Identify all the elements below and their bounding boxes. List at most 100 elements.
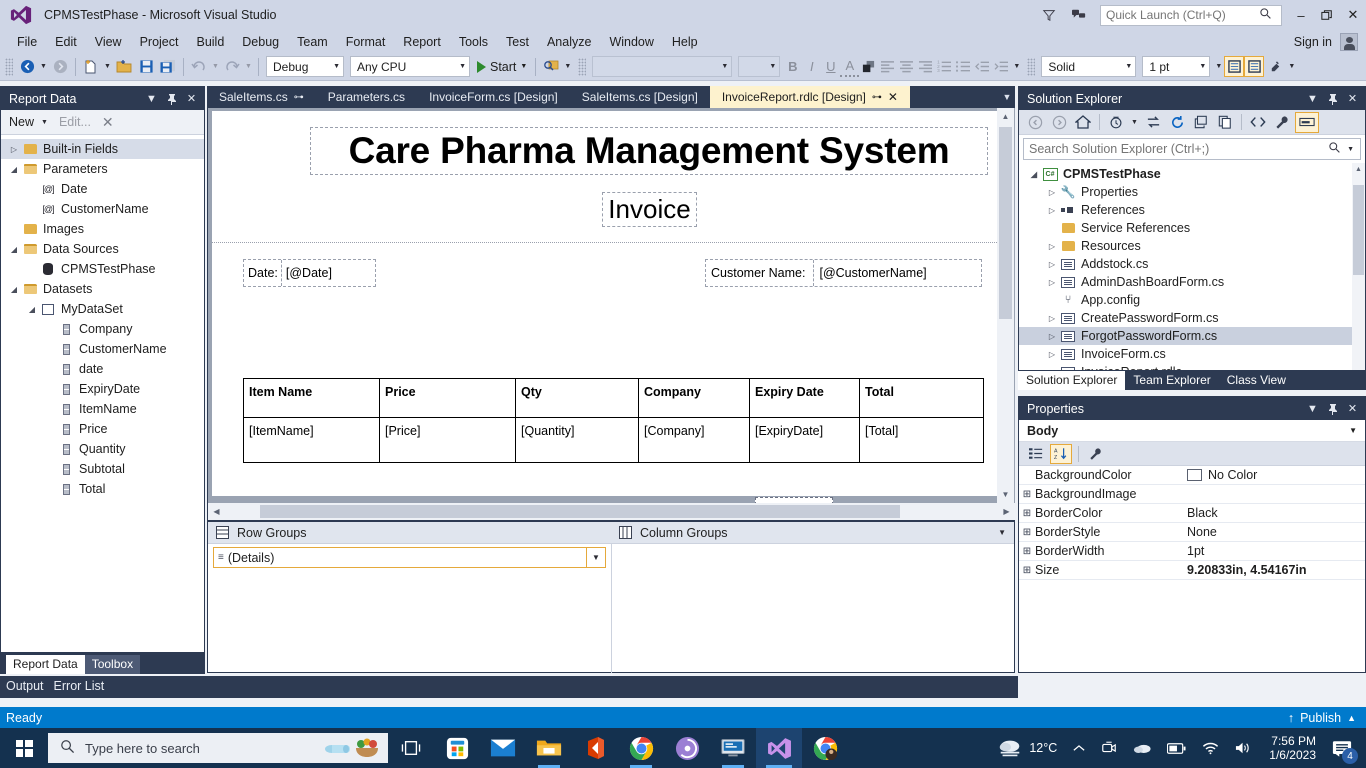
pin-icon[interactable] [164,90,179,108]
tablix-detail-cell[interactable]: [ExpiryDate] [749,417,860,463]
back-icon[interactable] [1024,112,1046,133]
show-hidden-icons-button[interactable] [1066,728,1092,768]
chevron-down-icon[interactable]: ▼ [37,119,48,126]
scrollbar-thumb[interactable] [1353,185,1364,275]
bullet-list-icon[interactable] [954,56,973,77]
menu-item-edit[interactable]: Edit [46,33,86,51]
pin-icon[interactable]: ⊶ [872,92,882,103]
tablix-header-cell[interactable]: Price [379,378,516,418]
feedback-icon[interactable] [1064,1,1094,29]
minimize-button[interactable]: – [1288,1,1314,29]
menu-item-test[interactable]: Test [497,33,538,51]
scroll-right-icon[interactable]: ▶ [998,503,1015,520]
property-row[interactable]: ⊞ BorderStyle None [1019,523,1365,542]
scrollbar-thumb[interactable] [999,127,1012,319]
properties-object-selector[interactable]: Body ▼ [1019,420,1365,442]
sync-with-active-document-icon[interactable] [1142,112,1164,133]
border-color-icon[interactable] [1264,56,1286,78]
navigate-back-icon[interactable] [16,56,38,78]
chevron-down-icon[interactable]: ▼ [998,528,1014,537]
redo-dropdown-icon[interactable]: ▼ [243,56,254,78]
report-data-tree-item[interactable]: Images [1,219,204,239]
google-chrome-icon[interactable] [618,728,664,768]
solution-explorer-tree-item[interactable]: ▷ InvoiceForm.cs [1019,345,1365,363]
alphabetical-sort-icon[interactable]: AZ [1050,443,1072,464]
document-tab[interactable]: InvoiceReport.rdlc [Design] ⊶ ✕ [709,86,910,108]
tablix-header-cell[interactable]: Qty [515,378,639,418]
menu-item-report[interactable]: Report [394,33,450,51]
solution-configuration-dropdown[interactable]: Debug ▼ [266,56,344,77]
publish-button[interactable]: ↑ Publish ▲ [1288,711,1366,725]
navigate-back-dropdown-icon[interactable]: ▼ [38,56,49,78]
find-in-files-icon[interactable] [540,56,562,78]
numbered-list-icon[interactable]: 123 [935,56,954,77]
microsoft-store-icon[interactable] [434,728,480,768]
save-all-icon[interactable] [157,56,179,78]
column-groups-list[interactable] [612,544,1014,673]
chevron-up-icon[interactable]: ▲ [1347,713,1356,723]
customer-name-textbox[interactable]: Customer Name: [@CustomerName] [705,259,982,287]
border-outline-icon[interactable] [1224,56,1245,77]
tab-toolbox[interactable]: Toolbox [84,655,141,674]
scrollbar-thumb[interactable] [260,505,900,518]
tablix-detail-cell[interactable]: [Total] [859,417,984,463]
weather-widget[interactable]: 12°C [990,728,1064,768]
align-right-icon[interactable] [916,56,935,77]
tree-expander-icon[interactable]: ◢ [25,305,39,314]
tab-solution-explorer[interactable]: Solution Explorer [1018,371,1126,390]
tree-expander-icon[interactable]: ▷ [1045,278,1059,287]
property-expander-icon[interactable]: ⊞ [1019,527,1035,538]
sign-in-link[interactable]: Sign in [1294,35,1340,49]
scroll-up-icon[interactable]: ▲ [997,108,1014,125]
align-center-icon[interactable] [897,56,916,77]
menu-item-format[interactable]: Format [337,33,395,51]
designer-horizontal-scrollbar[interactable]: ◀ ▶ [207,503,1015,520]
fill-color-icon[interactable] [859,56,878,77]
report-data-tree-item[interactable]: Quantity [1,439,204,459]
refresh-icon[interactable] [1166,112,1188,133]
property-row[interactable]: ⊞ BorderColor Black [1019,504,1365,523]
property-pages-icon[interactable] [1085,444,1107,464]
save-icon[interactable] [135,56,157,78]
solution-explorer-tree-item[interactable]: Service References [1019,219,1365,237]
pin-icon[interactable] [1325,400,1340,418]
menu-item-project[interactable]: Project [131,33,188,51]
tree-expander-icon[interactable]: ▷ [1045,332,1059,341]
border-toolbar-overflow-button[interactable]: ▼ [1213,56,1224,78]
tablix-table[interactable]: Item Name Price Qty Company Expiry Date Total… [243,378,984,463]
pin-icon[interactable]: ⊶ [294,92,304,103]
font-size-dropdown[interactable]: ▼ [738,56,781,77]
navigate-forward-icon[interactable] [49,56,71,78]
align-left-icon[interactable] [878,56,897,77]
close-icon[interactable]: ✕ [184,90,199,108]
onedrive-icon[interactable] [1126,728,1158,768]
chevron-down-icon[interactable]: ▼ [1305,400,1320,418]
border-style-dropdown[interactable]: Solid ▼ [1041,56,1137,77]
report-data-tree-item[interactable]: Subtotal [1,459,204,479]
menu-item-view[interactable]: View [86,33,131,51]
report-data-tree-item[interactable]: CustomerName [1,339,204,359]
property-value-cell[interactable]: No Color [1187,468,1365,482]
menu-item-file[interactable]: File [8,33,46,51]
solution-explorer-tree-item[interactable]: ⑂ App.config [1019,291,1365,309]
close-button[interactable]: ✕ [1340,1,1366,29]
tree-expander-icon[interactable]: ▷ [1045,260,1059,269]
property-value-cell[interactable]: 9.20833in, 4.54167in [1187,563,1365,577]
tree-expander-icon[interactable]: ▷ [1045,314,1059,323]
solution-explorer-tree-item[interactable]: ◢ C# CPMSTestPhase [1019,165,1365,183]
format-toolbar-overflow-button[interactable]: ▼ [1011,56,1022,78]
tablix-header-cell[interactable]: Total [859,378,984,418]
row-group-details-item[interactable]: ≡ (Details) ▼ [213,547,606,568]
meet-now-icon[interactable] [1094,728,1124,768]
font-color-button[interactable]: A [840,56,860,77]
report-data-tree-item[interactable]: [@] CustomerName [1,199,204,219]
document-tab[interactable]: InvoiceForm.cs [Design] [417,86,570,108]
tree-expander-icon[interactable]: ◢ [7,285,21,294]
report-data-tree-item[interactable]: date [1,359,204,379]
document-tab[interactable]: SaleItems.cs ⊶ [207,86,316,108]
scroll-left-icon[interactable]: ◀ [208,503,225,520]
solution-explorer-tree-item[interactable]: ▷ AdminDashBoardForm.cs [1019,273,1365,291]
property-expander-icon[interactable]: ⊞ [1019,489,1035,500]
tab-class-view[interactable]: Class View [1219,371,1294,390]
solution-explorer-tree-item[interactable]: ▷ CreatePasswordForm.cs [1019,309,1365,327]
